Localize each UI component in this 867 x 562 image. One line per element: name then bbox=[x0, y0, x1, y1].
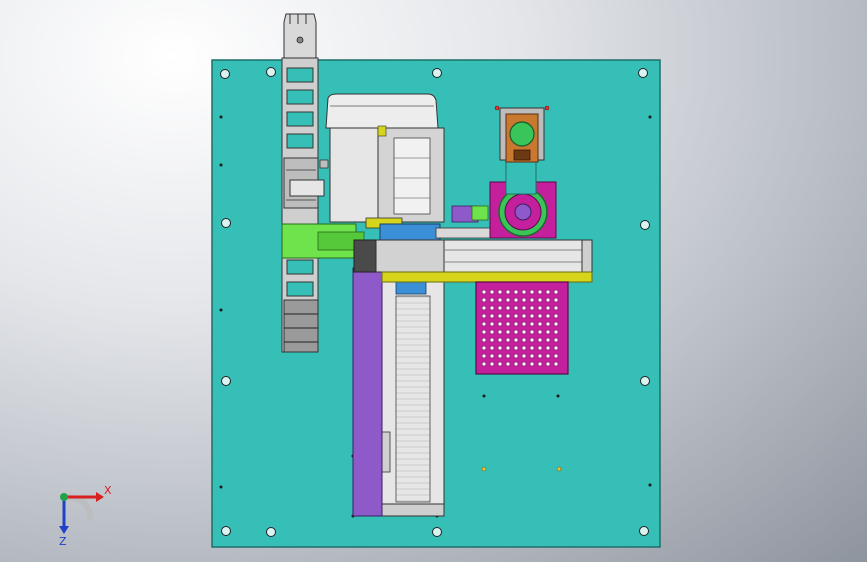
triad-z-arrow bbox=[59, 526, 69, 534]
bolt bbox=[266, 527, 276, 537]
green-bracket[interactable] bbox=[281, 223, 365, 259]
chain-link-window bbox=[286, 259, 314, 275]
actuator-far-end bbox=[581, 239, 593, 273]
axis-blue-block bbox=[395, 281, 427, 295]
chain-clamp-plate bbox=[289, 179, 325, 197]
bolt bbox=[221, 376, 231, 386]
rotary-turquoise-column bbox=[505, 159, 537, 195]
magenta-hole-tray[interactable] bbox=[475, 281, 569, 375]
actuator-dark-end bbox=[353, 239, 377, 273]
tray-hole-grid bbox=[482, 288, 562, 368]
hole bbox=[219, 308, 223, 312]
axis-motor-body bbox=[329, 127, 379, 223]
bolt bbox=[639, 526, 649, 536]
purple-rail[interactable] bbox=[352, 267, 383, 517]
bolt bbox=[640, 220, 650, 230]
actuator-blue-coupler bbox=[379, 223, 441, 243]
rotary-green-dial bbox=[509, 121, 535, 147]
triad-origin-arc bbox=[63, 494, 93, 521]
bolt bbox=[221, 218, 231, 228]
hole bbox=[648, 115, 652, 119]
chain-side-tab bbox=[319, 159, 329, 169]
bolt bbox=[432, 68, 442, 78]
triad-x-label: X bbox=[104, 484, 112, 497]
actuator-yellow-beam bbox=[381, 271, 593, 283]
marker bbox=[556, 466, 562, 472]
axis-motor-cover bbox=[325, 93, 439, 129]
axis-rail-groove bbox=[395, 295, 431, 503]
axis-yellow-tab bbox=[377, 125, 387, 137]
chain-link-window bbox=[286, 89, 314, 105]
triad-y-axis bbox=[60, 493, 68, 501]
bolt bbox=[266, 67, 276, 77]
triad-z-label: Z bbox=[59, 535, 67, 548]
bolt bbox=[432, 527, 442, 537]
triad-x-arrow bbox=[96, 492, 104, 502]
chain-bracket-screw bbox=[296, 36, 304, 44]
hole bbox=[648, 483, 652, 487]
axis-carriage-inner bbox=[393, 137, 431, 215]
bolt bbox=[638, 68, 648, 78]
chain-link-window bbox=[286, 133, 314, 149]
cad-viewport[interactable]: X Z bbox=[0, 0, 867, 562]
chain-link-window bbox=[286, 281, 314, 297]
chain-link-window bbox=[286, 67, 314, 83]
rotary-red-pin bbox=[494, 105, 500, 111]
coordinate-triad: X Z bbox=[59, 484, 112, 548]
bolt bbox=[220, 69, 230, 79]
hole bbox=[219, 163, 223, 167]
connector-green-clip bbox=[471, 205, 489, 221]
rotary-dial-shaft bbox=[513, 149, 531, 161]
actuator-motor-block bbox=[375, 239, 445, 273]
rotary-hub bbox=[514, 203, 532, 221]
hole bbox=[219, 115, 223, 119]
marker bbox=[481, 466, 487, 472]
chain-lower-stack bbox=[283, 299, 319, 353]
axis-rail-end-cap bbox=[381, 503, 445, 517]
hole bbox=[219, 485, 223, 489]
bolt bbox=[221, 526, 231, 536]
chain-end-bracket bbox=[283, 13, 317, 59]
hole bbox=[482, 394, 486, 398]
rotary-red-pin bbox=[544, 105, 550, 111]
hole bbox=[556, 394, 560, 398]
chain-link-window bbox=[286, 111, 314, 127]
bolt bbox=[640, 376, 650, 386]
